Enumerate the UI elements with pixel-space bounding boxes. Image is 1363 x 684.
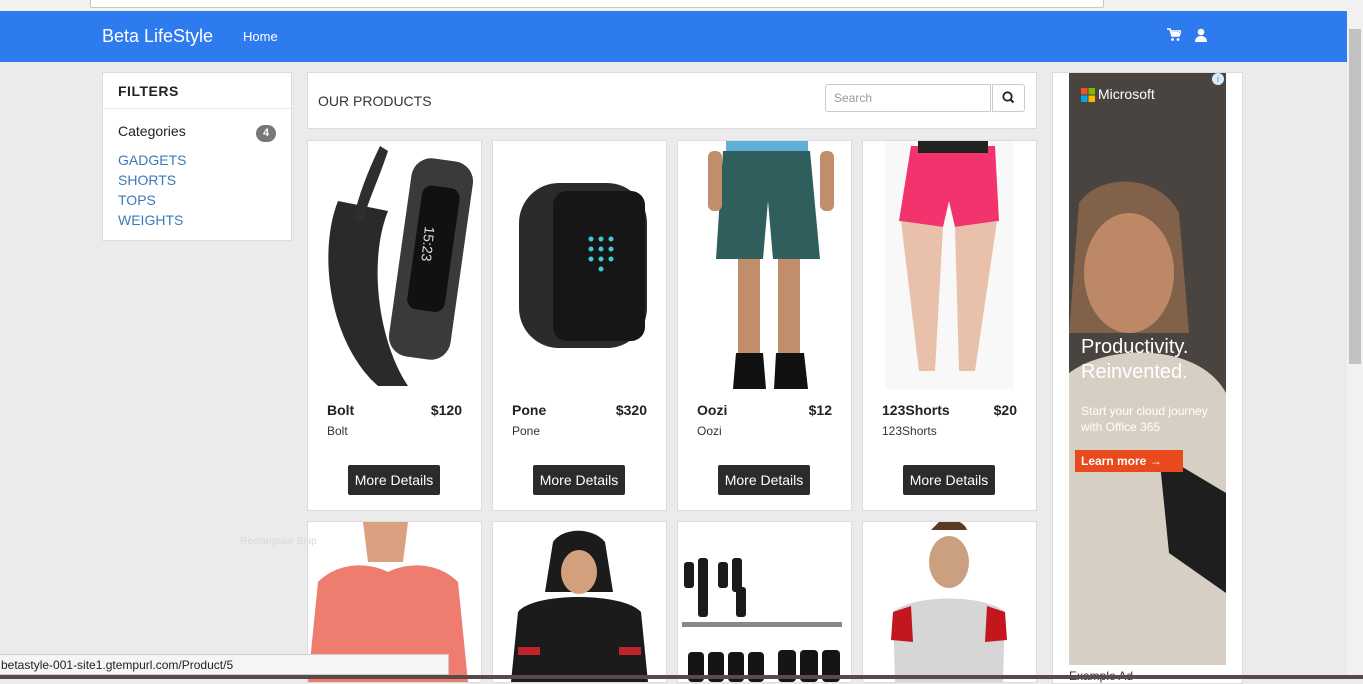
product-card — [492, 521, 667, 683]
ad-headline-line1: Productivity. — [1081, 336, 1189, 358]
products-header: OUR PRODUCTS — [307, 72, 1037, 129]
ad-brand: Microsoft — [1098, 86, 1155, 102]
scrollbar-thumb[interactable] — [1349, 29, 1361, 364]
product-price: $320 — [615, 402, 647, 418]
ad-learn-more-button[interactable]: Learn more → — [1075, 450, 1183, 472]
product-image-oozi[interactable] — [678, 141, 851, 389]
ad-info-icon[interactable]: i — [1212, 73, 1224, 85]
nav-home-link[interactable]: Home — [243, 29, 278, 44]
product-name: Pone — [512, 402, 547, 418]
microsoft-logo-icon — [1081, 88, 1095, 102]
search-icon — [1002, 91, 1015, 104]
product-price: $12 — [808, 402, 832, 418]
product-card — [862, 521, 1037, 683]
categories-count-badge: 4 — [256, 125, 276, 142]
product-subtitle: Oozi — [697, 424, 722, 438]
ad-body: Start your cloud journey with Office 365 — [1081, 404, 1208, 434]
category-tops-link[interactable]: TOPS — [118, 192, 156, 208]
product-card: 15:23 Bolt $120 Bolt More Details — [307, 140, 482, 511]
product-card: Oozi $12 Oozi More Details — [677, 140, 852, 511]
product-name: Oozi — [697, 402, 728, 418]
taskbar-strip — [0, 675, 1363, 679]
filters-title: FILTERS — [118, 83, 179, 99]
ad-headline-line2: Reinvented. — [1081, 361, 1188, 383]
filters-header: FILTERS — [103, 73, 291, 109]
ad-panel: Microsoft Productivity. Reinvented. Star… — [1052, 72, 1243, 684]
more-details-button[interactable]: More Details — [903, 465, 995, 495]
category-gadgets-link[interactable]: GADGETS — [118, 152, 186, 168]
search-input[interactable] — [825, 84, 991, 112]
brand-link[interactable]: Beta LifeStyle — [102, 26, 213, 47]
ad-headline: Productivity. Reinvented. — [1081, 335, 1188, 385]
products-title: OUR PRODUCTS — [318, 93, 432, 109]
category-weights-link[interactable]: WEIGHTS — [118, 212, 183, 228]
product-image-123shorts[interactable] — [863, 141, 1036, 389]
product-name: Bolt — [327, 402, 355, 418]
product-subtitle: 123Shorts — [882, 424, 937, 438]
status-url-bar: betastyle-001-site1.gtempurl.com/Product… — [0, 654, 449, 675]
product-card: Pone $320 Pone More Details — [492, 140, 667, 511]
product-name: 123Shorts — [882, 402, 950, 418]
search-button[interactable] — [992, 84, 1025, 112]
categories-label: Categories — [118, 123, 186, 139]
product-image-weights[interactable] — [678, 522, 851, 682]
browser-top-strip — [0, 0, 1363, 11]
ad-banner[interactable]: Microsoft Productivity. Reinvented. Star… — [1069, 73, 1226, 665]
navbar: Beta LifeStyle Home — [0, 11, 1347, 62]
product-image-tshirt[interactable] — [863, 522, 1036, 682]
address-bar[interactable] — [90, 0, 1104, 8]
product-image-hoodie[interactable] — [493, 522, 666, 682]
product-subtitle: Bolt — [327, 424, 348, 438]
product-image-pone[interactable] — [493, 141, 666, 389]
product-subtitle: Pone — [512, 424, 541, 438]
more-details-button[interactable]: More Details — [718, 465, 810, 495]
page-scrollbar[interactable] — [1347, 11, 1363, 679]
more-details-button[interactable]: More Details — [348, 465, 440, 495]
product-price: $120 — [430, 402, 462, 418]
product-image-bolt[interactable]: 15:23 — [308, 141, 481, 389]
user-icon[interactable] — [1194, 28, 1208, 42]
snip-overlay-text: Rectangular Snip — [240, 536, 317, 547]
cart-icon[interactable] — [1167, 28, 1181, 42]
product-card — [677, 521, 852, 683]
category-shorts-link[interactable]: SHORTS — [118, 172, 176, 188]
product-price: $20 — [993, 402, 1017, 418]
product-card: 123Shorts $20 123Shorts More Details — [862, 140, 1037, 511]
more-details-button[interactable]: More Details — [533, 465, 625, 495]
filters-panel: FILTERS Categories 4 GADGETS SHORTS TOPS… — [102, 72, 292, 241]
